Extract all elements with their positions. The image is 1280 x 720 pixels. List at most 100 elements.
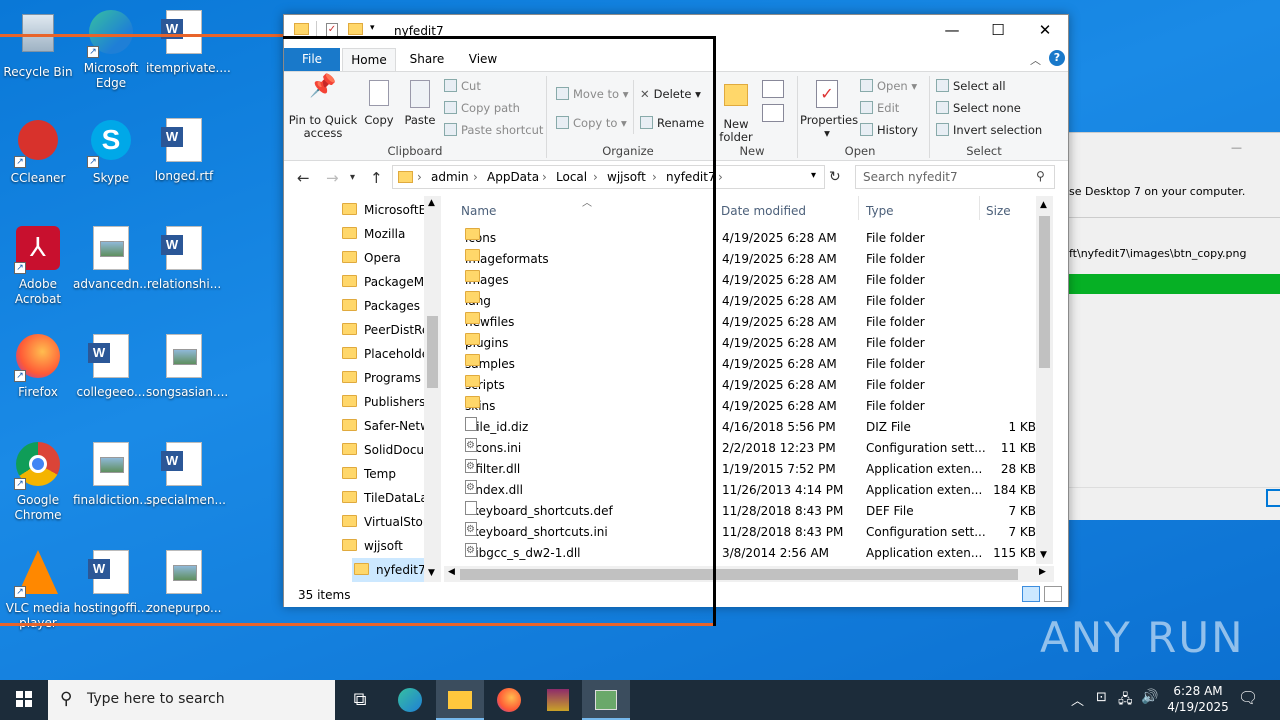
nav-item[interactable]: Packages [342,294,420,318]
forward-icon[interactable]: → [326,169,339,187]
column-divider[interactable] [858,196,859,220]
file-row[interactable]: images 4/19/2025 6:28 AM File folder [444,270,1054,291]
desktop-icon-longed[interactable]: Wlonged.rtf [146,116,222,184]
copy-path-button[interactable]: Copy path [444,101,520,115]
help-icon[interactable]: ? [1049,50,1065,66]
file-row[interactable]: newfiles 4/19/2025 6:28 AM File folder [444,312,1054,333]
column-size[interactable]: Size [986,204,1011,218]
delete-button[interactable]: ✕ Delete ▾ [640,87,701,101]
copy-to-button[interactable]: Copy to ▾ [556,116,627,130]
nav-item[interactable]: Safer-Netwo [342,414,437,438]
file-row[interactable]: icons.ini2/2/2018 12:23 PMConfiguration … [444,435,1054,459]
easy-access-icon[interactable] [762,104,784,122]
pin-quick-access-button[interactable]: 📌 Pin to Quick access [288,76,358,140]
cut-button[interactable]: Cut [444,79,481,93]
desktop-icon-zonepurpo[interactable]: zonepurpo... [146,548,222,616]
address-dropdown-icon[interactable]: ▾ [811,170,816,181]
file-row[interactable]: keyboard_shortcuts.def 11/28/2018 8:43 PM… [444,501,1054,522]
refresh-icon[interactable]: ↻ [829,169,841,185]
file-list-scroll-thumb[interactable] [1039,216,1050,368]
desktop-icon-skype[interactable]: S ↗ Skype [73,116,149,186]
edit-button[interactable]: Edit [860,101,899,115]
properties-qat-icon[interactable]: ✓ [326,23,338,37]
nav-item[interactable]: Temp [342,462,396,486]
copy-button[interactable]: Copy [362,80,396,127]
breadcrumb-item[interactable]: AppData [487,170,539,184]
edge-taskbar-icon[interactable] [386,680,434,720]
scroll-up-icon[interactable]: ▲ [1040,200,1047,210]
file-list-scrollbar[interactable]: ▲ ▼ [1036,196,1053,564]
file-row[interactable]: plugins 4/19/2025 6:28 AM File folder [444,333,1054,354]
nav-item[interactable]: Mozilla [342,222,405,246]
scroll-right-icon[interactable]: ▶ [1039,567,1046,577]
collapse-ribbon-icon[interactable]: ︿ [1030,52,1041,68]
desktop-icon-collegeeo[interactable]: Wcollegeeo... [73,332,149,400]
tab-file[interactable]: File [284,48,340,71]
show-hidden-icons[interactable]: ︿ [1071,690,1084,709]
nav-item[interactable]: TileDataLay [342,486,435,510]
new-item-icon[interactable] [762,80,784,98]
desktop-icon-microsoft-edge[interactable]: ↗ Microsoft Edge [73,8,149,91]
nav-scroll-thumb[interactable] [427,316,438,388]
file-row[interactable]: index.dll 11/26/2013 4:14 PM Application e… [444,477,1054,501]
select-none-button[interactable]: Select none [936,101,1021,115]
properties-button[interactable]: ✓ Properties ▾ [800,80,858,140]
nav-item[interactable]: PackageMa [342,270,431,294]
open-button[interactable]: Open ▾ [860,79,917,93]
nav-item[interactable]: MicrosoftEd [342,198,434,222]
nav-item[interactable]: Publishers [342,390,425,414]
horizontal-scrollbar[interactable]: ◀ ▶ [444,566,1054,583]
scroll-down-icon[interactable]: ▼ [1040,550,1047,560]
new-folder-button[interactable]: New folder [716,80,756,144]
firefox-taskbar-icon[interactable] [485,680,533,720]
minimize-button[interactable]: — [929,15,975,45]
breadcrumb-item[interactable]: admin [431,170,469,184]
scroll-down-icon[interactable]: ▼ [428,568,435,578]
column-type[interactable]: Type [866,204,894,218]
network-icon[interactable]: 🖧 [1118,690,1133,712]
desktop-icon-finaldiction[interactable]: finaldiction... [73,440,151,508]
installer-taskbar-icon[interactable] [582,680,630,720]
dialog-minimize-icon[interactable]: — [1231,141,1242,154]
scroll-up-icon[interactable]: ▲ [428,198,435,208]
scroll-left-icon[interactable]: ◀ [448,567,455,577]
tab-share[interactable]: Share [402,48,452,71]
nav-item[interactable]: Opera [342,246,401,270]
desktop-icon-advancedn[interactable]: advancedn... [73,224,151,292]
desktop-icon-adobe-acrobat[interactable]: ⅄ ↗ Adobe Acrobat [0,224,76,307]
select-all-button[interactable]: Select all [936,79,1006,93]
file-row[interactable]: lang 4/19/2025 6:28 AM File folder [444,291,1054,312]
details-view-icon[interactable] [1022,586,1040,602]
address-bar[interactable]: › admin › AppData › Local › wjjsoft › ny… [392,165,825,189]
large-icons-view-icon[interactable] [1044,586,1062,602]
paste-button[interactable]: Paste [402,80,438,127]
desktop-icon-recycle-bin[interactable]: Recycle Bin [0,8,76,80]
desktop-icon-relationshi[interactable]: Wrelationshi... [146,224,222,292]
desktop-icon-ccleaner[interactable]: ↗ CCleaner [0,116,76,186]
search-input[interactable]: Search nyfedit7 ⚲ [855,165,1055,189]
file-row[interactable]: skins 4/19/2025 6:28 AM File folder [444,396,1054,417]
file-row[interactable]: samples 4/19/2025 6:28 AM File folder [444,354,1054,375]
desktop-icon-google-chrome[interactable]: ↗ Google Chrome [0,440,76,523]
paste-shortcut-button[interactable]: Paste shortcut [444,123,543,137]
breadcrumb-item[interactable]: wjjsoft [607,170,646,184]
file-row[interactable]: libgcc_s_dw2-1.dll 3/8/2014 2:56 AM Applic… [444,540,1054,564]
column-name[interactable]: Name [461,204,496,218]
tab-view[interactable]: View [458,48,508,71]
file-row[interactable]: imageformats 4/19/2025 6:28 AM File folder [444,249,1054,270]
desktop-icon-itemprivate[interactable]: Witemprivate.... [146,8,231,76]
nav-item[interactable]: Programs [342,366,421,390]
nav-item[interactable]: nyfedit7 [352,558,432,582]
column-divider[interactable] [979,196,980,220]
file-row[interactable]: ifilter.dll1/19/2015 7:52 PMApplication … [444,456,1054,480]
recent-dropdown-icon[interactable]: ▾ [350,172,355,183]
file-row[interactable]: icons 4/19/2025 6:28 AM File folder [444,228,1054,249]
column-date-modified[interactable]: Date modified [721,204,806,218]
up-icon[interactable]: ↑ [370,169,383,187]
nav-item[interactable]: SolidDocum [342,438,436,462]
desktop-icon-vlc-media-player[interactable]: ↗ VLC media player [0,548,76,631]
notifications-icon[interactable]: 🗨 [1238,688,1258,707]
file-explorer-taskbar-icon[interactable] [436,680,484,720]
qat-dropdown-icon[interactable]: ▾ [370,23,375,33]
desktop-icon-firefox[interactable]: ↗ Firefox [0,332,76,400]
